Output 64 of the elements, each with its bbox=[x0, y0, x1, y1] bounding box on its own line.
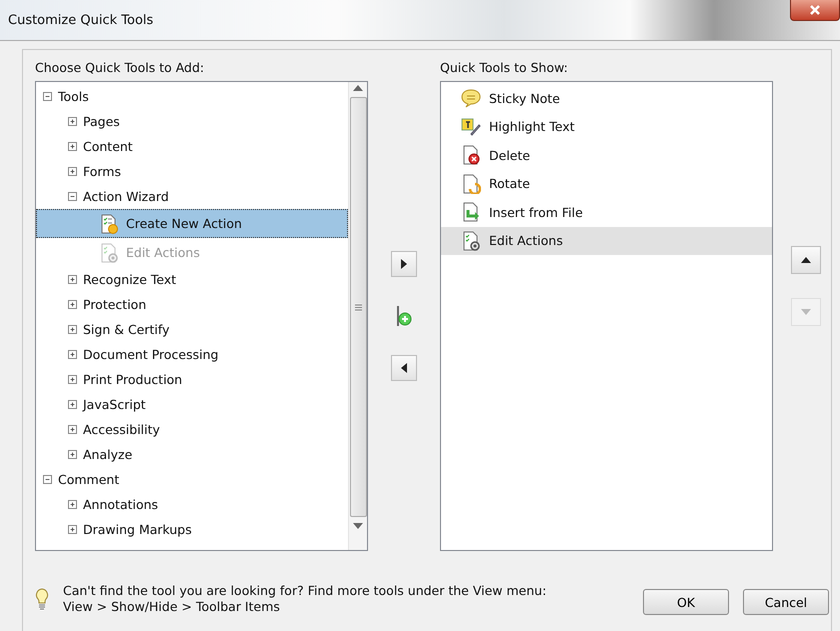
expand-icon[interactable] bbox=[68, 350, 77, 359]
close-icon bbox=[810, 5, 820, 15]
remove-button[interactable] bbox=[391, 355, 417, 381]
expand-icon[interactable] bbox=[68, 117, 77, 126]
tree-item[interactable]: Content bbox=[36, 134, 348, 159]
panel-label: Choose Quick Tools to Add: bbox=[35, 60, 206, 75]
expand-icon[interactable] bbox=[68, 167, 77, 176]
collapse-icon[interactable] bbox=[43, 92, 52, 101]
expand-icon[interactable] bbox=[68, 500, 77, 509]
rotate-icon bbox=[461, 174, 481, 194]
hint-text: Can't find the tool you are looking for? Find more tools under the View menu: bbox=[63, 583, 548, 599]
lightbulb-icon bbox=[35, 588, 49, 610]
expand-icon[interactable] bbox=[68, 400, 77, 409]
tree-item[interactable]: Forms bbox=[36, 159, 348, 184]
dialog-button[interactable]: OK bbox=[643, 589, 729, 615]
collapse-icon[interactable] bbox=[68, 192, 77, 201]
dialog-button[interactable]: Cancel bbox=[743, 589, 829, 615]
insert-icon bbox=[461, 202, 481, 222]
collapse-icon[interactable] bbox=[43, 475, 52, 484]
list-item[interactable]: Insert from File bbox=[441, 198, 772, 226]
tree-item[interactable]: Analyze bbox=[36, 442, 348, 467]
speech-bubble-icon bbox=[461, 88, 481, 108]
tree-item[interactable]: Protection bbox=[36, 292, 348, 317]
expand-icon[interactable] bbox=[68, 525, 77, 534]
expand-icon[interactable] bbox=[68, 300, 77, 309]
tree-item[interactable]: Action Wizard bbox=[36, 184, 348, 209]
highlight-icon bbox=[461, 116, 481, 137]
action-icon bbox=[99, 214, 119, 234]
tree-item[interactable]: Print Production bbox=[36, 367, 348, 392]
scroll-thumb[interactable] bbox=[350, 97, 366, 517]
list-item[interactable]: Edit Actions bbox=[441, 226, 772, 255]
tree-item[interactable]: Annotations bbox=[36, 492, 348, 517]
tree-item[interactable]: Drawing Markups bbox=[36, 517, 348, 542]
scrollbar[interactable] bbox=[348, 82, 367, 550]
gear-icon bbox=[99, 242, 119, 262]
tree-item[interactable]: Document Processing bbox=[36, 342, 348, 367]
list-item[interactable]: Highlight Text bbox=[441, 112, 772, 141]
list-item[interactable]: Sticky Note bbox=[441, 84, 772, 112]
panel-label: Quick Tools to Show: bbox=[440, 60, 569, 75]
tree-item[interactable]: Sign & Certify bbox=[36, 317, 348, 342]
tree-item[interactable]: Pages bbox=[36, 109, 348, 134]
list-item[interactable]: Delete bbox=[441, 141, 772, 170]
tree-item[interactable]: Comment bbox=[36, 467, 348, 492]
list-item[interactable]: Rotate bbox=[441, 170, 772, 198]
move-up-button[interactable] bbox=[791, 246, 821, 274]
hint-text: View > Show/Hide > Toolbar Items bbox=[63, 599, 281, 615]
window-title: Customize Quick Tools bbox=[7, 12, 154, 28]
tree-item[interactable]: Accessibility bbox=[36, 417, 348, 442]
expand-icon[interactable] bbox=[68, 142, 77, 151]
add-button[interactable] bbox=[391, 251, 417, 277]
expand-icon[interactable] bbox=[68, 375, 77, 384]
delete-icon bbox=[461, 145, 481, 166]
tree-item[interactable]: Tools bbox=[36, 84, 348, 109]
separator-plus-icon bbox=[396, 305, 412, 327]
grip-icon bbox=[354, 304, 362, 310]
expand-icon[interactable] bbox=[68, 450, 77, 459]
tree-item[interactable]: Create New Action bbox=[36, 209, 348, 238]
expand-icon[interactable] bbox=[68, 425, 77, 434]
tree-item[interactable]: Recognize Text bbox=[36, 267, 348, 292]
tree-item[interactable]: JavaScript bbox=[36, 392, 348, 417]
expand-icon[interactable] bbox=[68, 325, 77, 334]
gear-icon bbox=[461, 230, 481, 251]
expand-icon[interactable] bbox=[68, 275, 77, 284]
close-button[interactable] bbox=[790, 0, 840, 21]
